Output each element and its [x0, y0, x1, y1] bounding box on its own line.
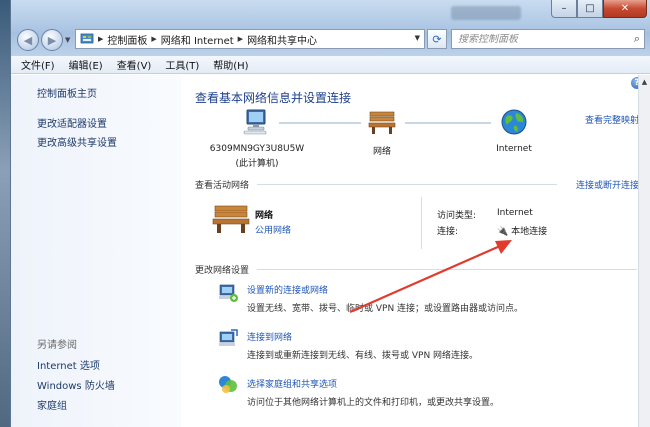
page-title: 查看基本网络信息并设置连接: [195, 91, 352, 105]
active-networks-label: 查看活动网络: [195, 181, 250, 191]
address-bar[interactable]: ▶ 控制面板 ▶ 网络和 Internet ▶ 网络和共享中心 ▼: [75, 29, 425, 49]
control-panel-window: – □ ✕ ◀ ▶ ▼ ▶ 控制面板 ▶ 网络和 Internet ▶ 网络和共…: [10, 0, 650, 427]
access-type-label: 访问类型:: [437, 211, 477, 221]
internet-node-label: Internet: [496, 144, 532, 154]
search-icon[interactable]: ⌕: [634, 32, 640, 46]
section-divider: [257, 269, 637, 270]
forward-button[interactable]: ▶: [41, 29, 63, 51]
new-connection-icon: [219, 284, 238, 302]
back-button[interactable]: ◀: [17, 29, 39, 51]
search-input[interactable]: [458, 33, 618, 45]
setup-new-connection-desc: 设置无线、宽带、拨号、临时或 VPN 连接；或设置路由器或访问点。: [247, 304, 524, 314]
homegroup-icon: [219, 376, 237, 393]
sidebar-link-advanced-sharing[interactable]: 更改高级共享设置: [37, 134, 117, 149]
local-connection-link[interactable]: 🔌 本地连接: [497, 224, 547, 237]
minimize-button[interactable]: –: [551, 0, 577, 18]
address-dropdown-icon[interactable]: ▼: [415, 34, 420, 42]
access-type-value: Internet: [497, 208, 533, 218]
refresh-icon: ⟳: [432, 32, 442, 46]
local-connection-text[interactable]: 本地连接: [511, 227, 547, 237]
menu-edit[interactable]: 编辑(E): [69, 57, 103, 72]
computer-icon: [243, 109, 267, 135]
maximize-button[interactable]: □: [577, 0, 603, 18]
connect-disconnect-link[interactable]: 连接或断开连接: [576, 178, 639, 191]
connector-line: [405, 122, 491, 124]
breadcrumb-control-panel[interactable]: 控制面板: [107, 32, 147, 47]
sidebar-link-homegroup[interactable]: 家庭组: [37, 397, 67, 412]
this-computer-label: (此计算机): [235, 159, 279, 169]
navigation-row: ◀ ▶ ▼ ▶ 控制面板 ▶ 网络和 Internet ▶ 网络和共享中心 ▼: [11, 26, 650, 52]
vertical-divider: [421, 197, 422, 249]
menu-bar: 文件(F) 编辑(E) 查看(V) 工具(T) 帮助(H): [11, 56, 650, 74]
sidebar-link-windows-firewall[interactable]: Windows 防火墙: [37, 377, 115, 392]
breadcrumb-separator-icon: ▶: [98, 35, 104, 43]
main-content: ? 查看基本网络信息并设置连接 查看完整映射 6309MN9GY3U8U5W (…: [181, 75, 650, 427]
sidebar-link-control-panel-home[interactable]: 控制面板主页: [37, 85, 97, 100]
search-box: ⌕: [451, 29, 645, 49]
connector-line: [279, 122, 361, 124]
see-also-heading: 另请参阅: [37, 340, 77, 351]
menu-file[interactable]: 文件(F): [21, 57, 55, 72]
change-settings-label: 更改网络设置: [195, 266, 250, 276]
back-arrow-icon: ◀: [23, 33, 33, 47]
homegroup-sharing-desc: 访问位于其他网络计算机上的文件和打印机，或更改共享设置。: [247, 398, 500, 408]
connect-to-network-desc: 连接到或重新连接到无线、有线、拨号或 VPN 网络连接。: [247, 351, 479, 361]
globe-icon: [501, 109, 527, 135]
homegroup-sharing-link[interactable]: 选择家庭组和共享选项: [247, 377, 337, 390]
network-type-link[interactable]: 公用网络: [255, 223, 291, 236]
breadcrumb-network-sharing-center[interactable]: 网络和共享中心: [247, 32, 317, 47]
sidebar-link-change-adapter-settings[interactable]: 更改适配器设置: [37, 115, 107, 130]
blurred-tab: [451, 6, 521, 20]
menu-view[interactable]: 查看(V): [117, 57, 152, 72]
forward-arrow-icon: ▶: [47, 33, 57, 47]
refresh-button[interactable]: ⟳: [427, 29, 447, 49]
computer-node-label: 6309MN9GY3U8U5W (此计算机): [201, 144, 313, 169]
vertical-scrollbar[interactable]: ▲: [638, 75, 650, 427]
scroll-up-icon[interactable]: ▲: [639, 75, 650, 89]
title-bar: – □ ✕ ◀ ▶ ▼ ▶ 控制面板 ▶ 网络和 Internet ▶ 网络和共…: [11, 0, 650, 56]
network-node-label: 网络: [372, 147, 391, 157]
connect-to-network-link[interactable]: 连接到网络: [247, 330, 292, 343]
close-button[interactable]: ✕: [603, 0, 647, 18]
left-task-pane: 控制面板主页 更改适配器设置 更改高级共享设置 另请参阅 Internet 选项…: [11, 75, 181, 427]
breadcrumb-separator-icon: ▶: [237, 35, 244, 43]
view-full-map-link[interactable]: 查看完整映射: [585, 113, 639, 126]
network-bench-icon: [212, 205, 250, 233]
connections-label: 连接:: [437, 227, 459, 237]
menu-tools[interactable]: 工具(T): [165, 57, 199, 72]
control-panel-icon: [80, 33, 94, 44]
caption-buttons: – □ ✕: [551, 0, 647, 18]
recent-pages-chevron-icon[interactable]: ▼: [65, 36, 70, 44]
menu-help[interactable]: 帮助(H): [213, 57, 248, 72]
breadcrumb-separator-icon: ▶: [151, 35, 157, 43]
sidebar-link-internet-options[interactable]: Internet 选项: [37, 357, 100, 372]
active-network-name: 网络: [255, 211, 274, 221]
breadcrumb-network-internet[interactable]: 网络和 Internet: [161, 32, 234, 47]
computer-name: 6309MN9GY3U8U5W: [209, 144, 305, 154]
bench-icon: [368, 111, 396, 134]
ethernet-icon: 🔌: [497, 227, 509, 237]
setup-new-connection-link[interactable]: 设置新的连接或网络: [247, 283, 328, 296]
connect-network-icon: [219, 329, 238, 346]
section-divider: [257, 184, 557, 185]
